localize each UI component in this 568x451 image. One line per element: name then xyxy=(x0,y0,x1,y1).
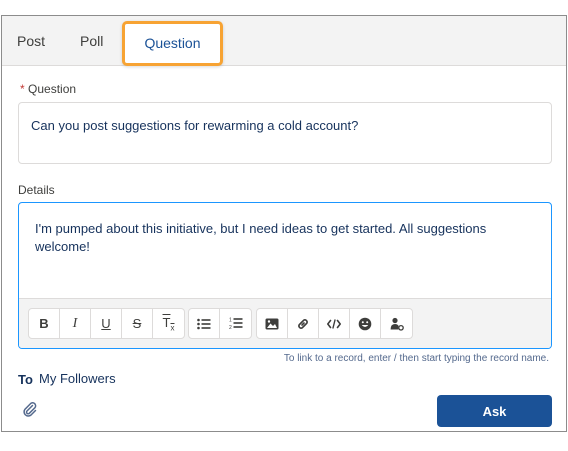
publisher-tabs: Post Poll Question xyxy=(2,16,566,66)
remove-formatting-button[interactable]: Tx xyxy=(153,309,184,338)
image-button[interactable] xyxy=(257,309,288,338)
attach-file-button[interactable] xyxy=(22,401,38,417)
insert-group xyxy=(256,308,413,339)
bulleted-list-icon xyxy=(197,318,211,329)
bulleted-list-button[interactable] xyxy=(189,309,220,338)
italic-icon: I xyxy=(72,315,78,331)
tab-question[interactable]: Question xyxy=(122,21,223,66)
numbered-list-icon: 1 2 xyxy=(229,318,242,330)
publisher-panel: Post Poll Question * Question Can you po… xyxy=(1,15,567,432)
svg-text:1: 1 xyxy=(229,318,232,324)
emoji-button[interactable] xyxy=(350,309,381,338)
required-marker: * xyxy=(20,82,25,96)
mention-button[interactable] xyxy=(381,309,412,338)
ask-button[interactable]: Ask xyxy=(437,395,552,427)
emoji-icon xyxy=(358,317,372,330)
question-label-text: Question xyxy=(28,82,77,96)
tab-poll[interactable]: Poll xyxy=(80,16,103,66)
audience-selector[interactable]: My Followers xyxy=(39,371,116,386)
paperclip-icon xyxy=(23,402,37,417)
remove-formatting-icon: Tx xyxy=(162,314,175,333)
details-label: Details xyxy=(18,183,55,197)
svg-text:2: 2 xyxy=(229,325,232,330)
numbered-list-button[interactable]: 1 2 xyxy=(220,309,251,338)
code-icon xyxy=(327,318,341,329)
underline-icon: U xyxy=(101,316,111,331)
question-input[interactable]: Can you post suggestions for rewarming a… xyxy=(18,102,552,164)
mention-user-icon xyxy=(390,317,404,331)
details-editor[interactable]: I'm pumped about this initiative, but I … xyxy=(18,202,552,349)
bold-button[interactable]: B xyxy=(29,309,60,338)
link-icon xyxy=(298,318,308,329)
record-link-hint: To link to a record, enter / then start … xyxy=(283,353,549,364)
underline-button[interactable]: U xyxy=(91,309,122,338)
tab-post[interactable]: Post xyxy=(17,16,45,66)
details-text[interactable]: I'm pumped about this initiative, but I … xyxy=(35,220,541,256)
to-label: To xyxy=(18,372,33,387)
question-label: * Question xyxy=(20,82,76,96)
bold-icon: B xyxy=(39,316,49,331)
strikethrough-icon: S xyxy=(132,316,142,331)
italic-button[interactable]: I xyxy=(60,309,91,338)
strikethrough-button[interactable]: S xyxy=(122,309,153,338)
list-group: 1 2 xyxy=(188,308,252,339)
text-format-group: B I U S Tx xyxy=(28,308,185,339)
link-button[interactable] xyxy=(288,309,319,338)
code-button[interactable] xyxy=(319,309,350,338)
formatting-toolbar: B I U S Tx 1 2 xyxy=(19,298,551,348)
image-icon xyxy=(265,318,279,329)
